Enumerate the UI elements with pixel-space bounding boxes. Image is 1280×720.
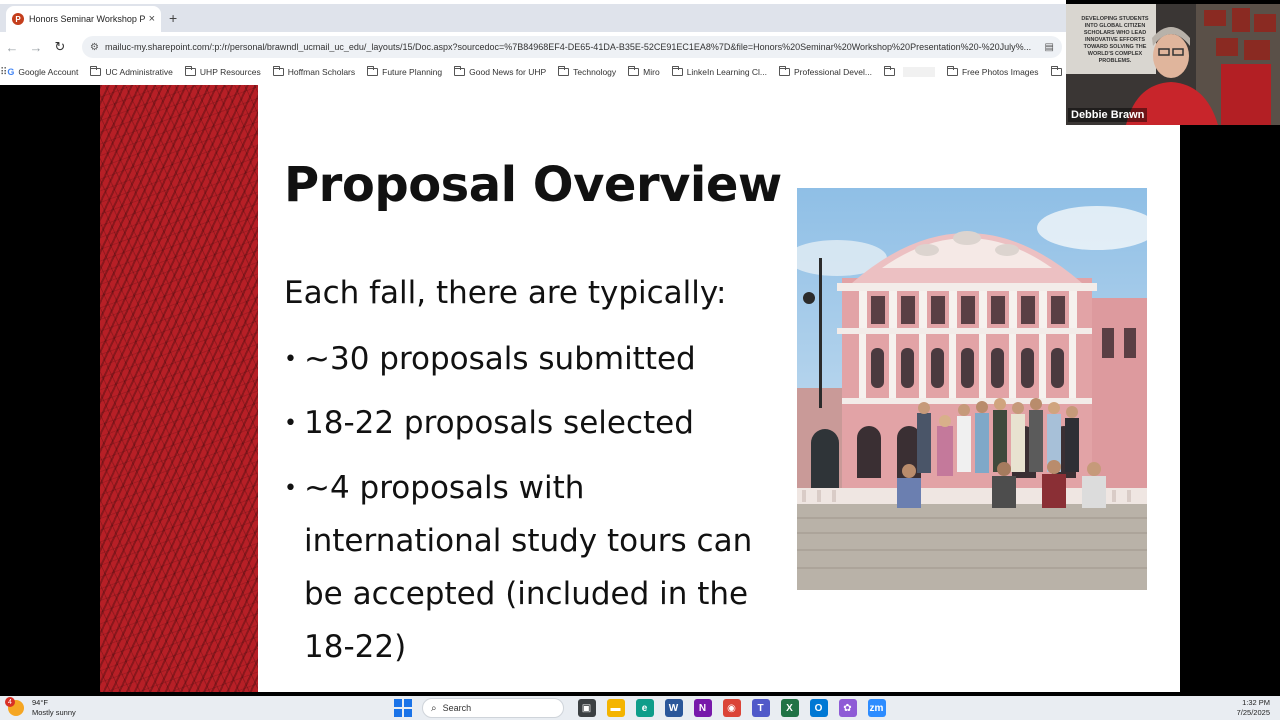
tab-bar: P Honors Seminar Workshop Pre × + — [0, 4, 1066, 32]
bookmark-label: Google Account — [18, 67, 79, 77]
folder-icon — [558, 66, 570, 76]
group-photo — [797, 188, 1147, 590]
back-icon[interactable]: ← — [0, 40, 24, 55]
folder-icon — [1050, 66, 1062, 76]
clipboard-icon[interactable]: ▤ — [1045, 42, 1054, 53]
tab-title: Honors Seminar Workshop Pre — [29, 14, 145, 24]
onenote-icon[interactable]: N — [693, 699, 712, 717]
file-explorer-icon[interactable]: ▬ — [606, 699, 625, 717]
bullet-item: • ~4 proposals with international study … — [284, 462, 774, 674]
opera-house-illustration — [797, 188, 1147, 590]
bullet-glyph: • — [284, 347, 297, 372]
forward-icon[interactable]: → — [24, 40, 48, 55]
bookmark-folder[interactable]: UHP Resources — [184, 66, 261, 77]
excel-icon[interactable]: X — [780, 699, 799, 717]
url-text[interactable]: mailuc-my.sharepoint.com/:p:/r/personal/… — [105, 42, 1039, 52]
bookmark-label: UC Administrative — [105, 67, 173, 77]
folder-icon — [367, 66, 379, 76]
new-tab-button[interactable]: + — [169, 10, 177, 26]
copilot-icon[interactable]: ✿ — [838, 699, 857, 717]
search-icon: ⌕ — [431, 702, 437, 714]
bookmark-folder[interactable]: LinkeIn Learning Cl... — [671, 66, 768, 77]
folder-icon — [946, 66, 958, 76]
sun-icon: 4 — [5, 697, 24, 716]
slide-intro: Each fall, there are typically: — [284, 275, 727, 311]
address-row: ← → ↻ ⚙ mailuc-my.sharepoint.com/:p:/r/p… — [0, 34, 1066, 60]
powerpoint-icon: P — [12, 13, 24, 25]
bookmark-folder[interactable]: UC Administrative — [90, 66, 173, 77]
bookmark-label: UHP Resources — [199, 67, 261, 77]
folder-icon — [454, 66, 466, 76]
webcam-video: DEVELOPING STUDENTS INTO GLOBAL CITIZEN … — [1066, 4, 1280, 125]
weather-widget[interactable]: 4 94°F Mostly sunny — [5, 697, 76, 718]
bullet-glyph: • — [284, 476, 297, 501]
bullet-item: • ~30 proposals submitted — [284, 333, 774, 386]
chrome-icon[interactable]: ◉ — [722, 699, 741, 717]
bookmark-folder[interactable]: Miro — [628, 66, 660, 77]
folder-icon — [90, 66, 102, 76]
temperature: 94°F — [32, 698, 48, 707]
site-info-icon[interactable]: ⚙ — [90, 42, 99, 53]
bookmark-folder[interactable]: Free Photos Images — [946, 66, 1039, 77]
bookmark-label: Technology — [573, 67, 617, 77]
bookmark-label: Miro — [643, 67, 660, 77]
windows-start-icon[interactable] — [394, 699, 412, 717]
bookmark-label: Future Planning — [382, 67, 443, 77]
bullet-text: ~30 proposals submitted — [304, 341, 696, 377]
windows-taskbar: 4 94°F Mostly sunny ⌕ Search ▣ ▬ e W N ◉ T X O ✿ z… — [0, 696, 1280, 720]
reload-icon[interactable]: ↻ — [48, 39, 72, 55]
clock-date: 7/25/2025 — [1236, 708, 1270, 717]
bullet-text: ~4 proposals with international study to… — [304, 470, 753, 665]
folder-icon — [272, 66, 284, 76]
apps-grid-icon[interactable]: ⠿ — [0, 67, 7, 78]
slide-title: Proposal Overview — [284, 157, 782, 213]
weather-condition: Mostly sunny — [32, 708, 76, 717]
close-tab-icon[interactable]: × — [149, 13, 155, 25]
bookmark-label: Hoffman Scholars — [287, 67, 356, 77]
google-icon: G — [7, 67, 15, 77]
folder-icon — [779, 66, 791, 76]
folder-icon — [671, 66, 683, 76]
teams-icon[interactable]: T — [751, 699, 770, 717]
folder-icon — [184, 66, 196, 76]
notification-badge: 4 — [5, 697, 15, 707]
bookmark-folder[interactable]: Technology — [558, 66, 617, 77]
bookmark-folder[interactable]: Hoffman Scholars — [272, 66, 356, 77]
wall-text: DEVELOPING STUDENTS INTO GLOBAL CITIZEN … — [1081, 16, 1149, 64]
task-view-icon[interactable]: ▣ — [577, 699, 596, 717]
browser-chrome: P Honors Seminar Workshop Pre × + ← → ↻ … — [0, 0, 1066, 85]
bookmark-label: Professional Devel... — [794, 67, 872, 77]
bookmark-folder[interactable]: Future Planning — [367, 66, 443, 77]
outlook-icon[interactable]: O — [809, 699, 828, 717]
bookmark-label — [902, 67, 935, 77]
bookmark-label: Free Photos Images — [961, 67, 1039, 77]
bookmark-label: Good News for UHP — [469, 67, 547, 77]
presentation-slide: Proposal Overview Each fall, there are t… — [100, 85, 1180, 692]
decorative-red-band — [100, 85, 258, 692]
bookmark-folder[interactable] — [883, 66, 935, 77]
bookmarks-bar: ⠿ G Google Account UC Administrative UHP … — [0, 62, 1066, 82]
edge-icon[interactable]: e — [635, 699, 654, 717]
address-bar[interactable]: ⚙ mailuc-my.sharepoint.com/:p:/r/persona… — [82, 36, 1062, 58]
system-clock[interactable]: 1:32 PM 7/25/2025 — [1237, 698, 1270, 718]
bookmark-folder[interactable] — [1050, 66, 1066, 76]
bullet-glyph: • — [284, 411, 297, 436]
participant-name: Debbie Brawn — [1068, 108, 1148, 122]
taskbar-search[interactable]: ⌕ Search — [422, 698, 564, 718]
word-icon[interactable]: W — [664, 699, 683, 717]
bullet-item: • 18-22 proposals selected — [284, 397, 774, 450]
folder-icon — [883, 66, 895, 76]
bookmark-label: LinkeIn Learning Cl... — [686, 67, 768, 77]
zoom-icon[interactable]: zm — [867, 699, 886, 717]
search-label: Search — [442, 703, 472, 713]
bookmark-google-account[interactable]: G Google Account — [7, 67, 78, 77]
browser-tab[interactable]: P Honors Seminar Workshop Pre × — [6, 6, 161, 32]
clock-time: 1:32 PM — [1242, 698, 1270, 707]
bullet-text: 18-22 proposals selected — [304, 405, 694, 441]
bookmark-folder[interactable]: Good News for UHP — [454, 66, 547, 77]
bookmark-folder[interactable]: Professional Devel... — [779, 66, 872, 77]
folder-icon — [628, 66, 640, 76]
taskbar-apps: ⌕ Search ▣ ▬ e W N ◉ T X O ✿ zm — [394, 697, 891, 719]
